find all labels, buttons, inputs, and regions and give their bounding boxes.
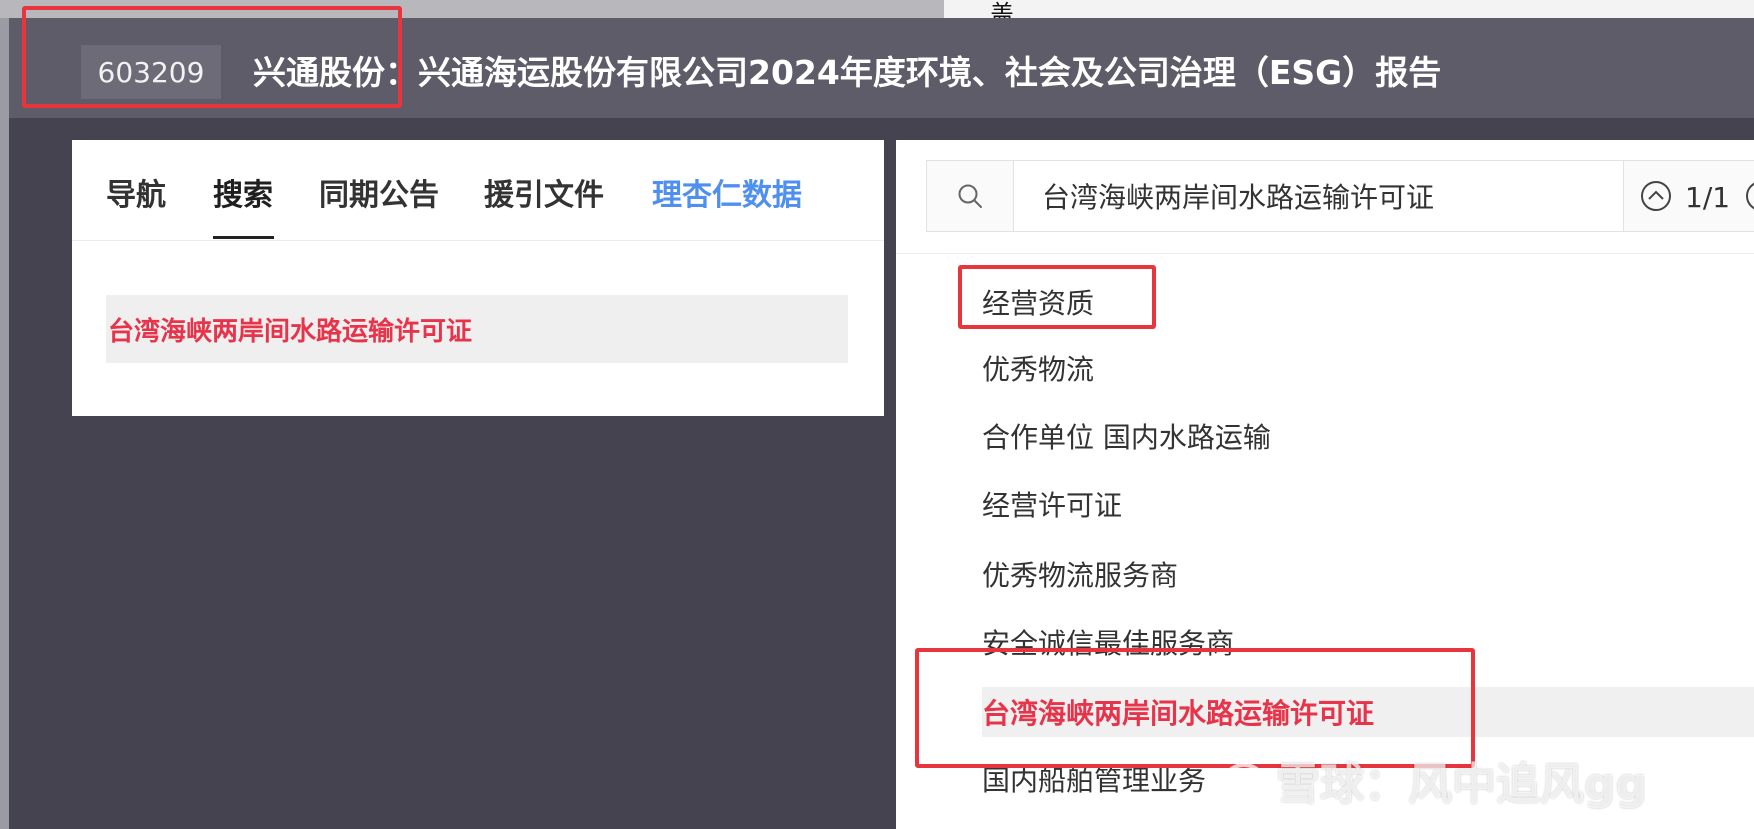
search-icon[interactable] bbox=[927, 161, 1014, 231]
active-tab-underline bbox=[213, 236, 274, 239]
tab-navigation[interactable]: 导航 bbox=[106, 170, 166, 214]
match-count: 1/1 bbox=[1685, 181, 1731, 214]
search-input[interactable] bbox=[1014, 161, 1624, 231]
outline-item-highlighted[interactable]: 台湾海峡两岸间水路运输许可证 bbox=[982, 687, 1754, 737]
outline-item[interactable]: 经营资质 bbox=[982, 282, 1094, 322]
document-header: 603209 兴通股份：兴通海运股份有限公司2024年度环境、社会及公司治理（E… bbox=[9, 18, 1754, 118]
tab-lixinger-data[interactable]: 理杏仁数据 bbox=[652, 170, 802, 214]
left-edge bbox=[0, 18, 9, 829]
outline-item[interactable]: 优秀物流服务商 bbox=[982, 554, 1178, 594]
top-strip-light bbox=[944, 0, 1754, 18]
document-viewer: 1/1 经营资质 优秀物流 合作单位 国内水路运输 经营许可证 优秀物流服务商 … bbox=[896, 140, 1754, 829]
outline-item[interactable]: 优秀物流 bbox=[982, 348, 1094, 388]
next-match-icon[interactable] bbox=[1745, 180, 1754, 212]
search-result-item[interactable]: 台湾海峡两岸间水路运输许可证 bbox=[106, 295, 848, 363]
document-title: 兴通股份：兴通海运股份有限公司2024年度环境、社会及公司治理（ESG）报告 bbox=[253, 53, 1442, 92]
divider bbox=[896, 253, 1754, 254]
snowball-logo-icon bbox=[1220, 763, 1268, 811]
outline-item[interactable]: 经营许可证 bbox=[982, 484, 1122, 524]
outline-item[interactable]: 安全诚信最佳服务商 bbox=[982, 622, 1234, 662]
search-bar: 1/1 bbox=[926, 160, 1754, 232]
previous-match-icon[interactable] bbox=[1640, 180, 1672, 212]
watermark: 雪球：风中追风gg bbox=[1218, 748, 1647, 813]
watermark-text: 雪球：风中追风gg bbox=[1276, 759, 1647, 810]
outline-item[interactable]: 国内船舶管理业务 bbox=[982, 759, 1206, 799]
tab-bar: 导航 搜索 同期公告 援引文件 理杏仁数据 bbox=[72, 140, 884, 241]
left-panel: 导航 搜索 同期公告 援引文件 理杏仁数据 台湾海峡两岸间水路运输许可证 bbox=[72, 140, 884, 416]
tab-search[interactable]: 搜索 bbox=[213, 170, 273, 214]
stock-code-chip[interactable]: 603209 bbox=[81, 45, 221, 99]
tab-cited-documents[interactable]: 援引文件 bbox=[484, 170, 604, 214]
tab-same-period-announcements[interactable]: 同期公告 bbox=[319, 170, 439, 214]
outline-item[interactable]: 合作单位 国内水路运输 bbox=[982, 416, 1271, 456]
